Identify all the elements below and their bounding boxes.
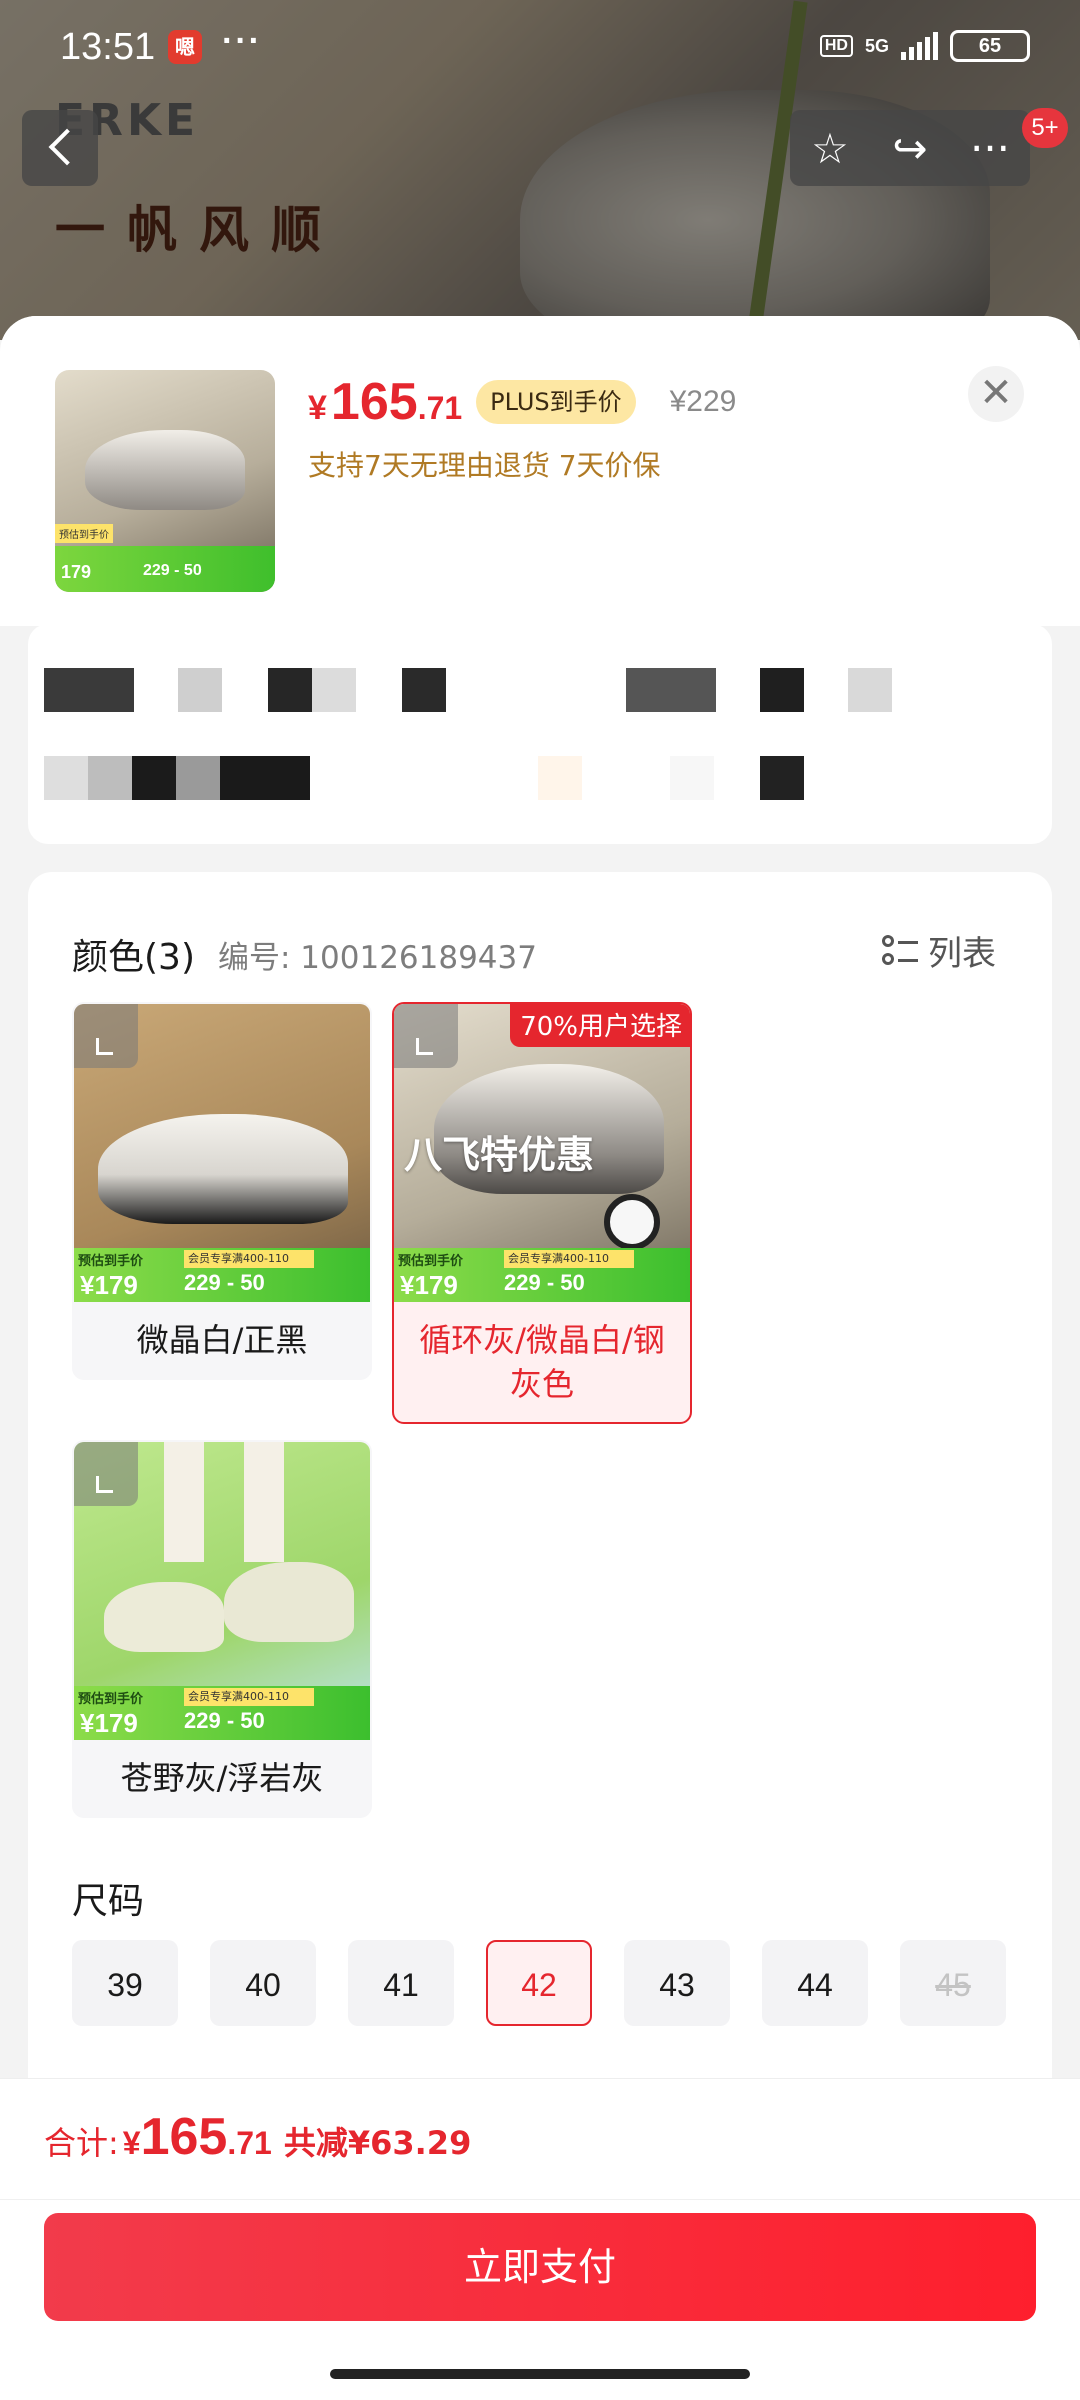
size-section-title: 尺码 bbox=[72, 1881, 145, 1922]
thumbnail-promo-tag: 预估到手价 bbox=[55, 524, 113, 543]
total-decimal: .71 bbox=[227, 2125, 272, 2161]
checkout-footer: 合计: ¥ 165 .71 共减¥63.29 立即支付 bbox=[0, 2078, 1080, 2400]
promo-strip-tag: 预估到手价 bbox=[78, 1254, 144, 1269]
original-price: ¥229 bbox=[669, 385, 737, 418]
battery-icon: 65 bbox=[950, 30, 1030, 62]
size-option-disabled: 45 bbox=[900, 1940, 1006, 2026]
color-option-overlay-text: 八飞特优惠 bbox=[404, 1133, 595, 1177]
footer-divider bbox=[0, 2199, 1080, 2200]
size-option[interactable]: 44 bbox=[762, 1940, 868, 2026]
color-section-title: 颜色(3) bbox=[72, 937, 195, 978]
price-integer: 165 bbox=[330, 373, 418, 431]
status-indicators: HD 5G 65 bbox=[819, 30, 1030, 62]
nav-actions: ☆ ↪ ··· bbox=[790, 110, 1030, 186]
thumbnail-shoe bbox=[85, 430, 245, 510]
list-view-label: 列表 bbox=[928, 934, 996, 974]
promo-strip: 预估到手价 ¥179 会员专享满400-110 229 - 50 bbox=[74, 1248, 370, 1302]
size-option[interactable]: 41 bbox=[348, 1940, 454, 2026]
promo-strip-calc: 229 - 50 bbox=[184, 1708, 265, 1733]
color-option-selected[interactable]: 70%用户选择 八飞特优惠 预估到手价 ¥179 会员专享满400-110 22… bbox=[392, 1002, 692, 1424]
promo-strip-coupon: 会员专享满400-110 bbox=[184, 1688, 314, 1706]
message-count-badge: 5+ bbox=[1022, 108, 1068, 148]
censored-region bbox=[28, 624, 1052, 844]
promo-strip-tag: 预估到手价 bbox=[398, 1254, 464, 1269]
color-option[interactable]: 预估到手价 ¥179 会员专享满400-110 229 - 50 微晶白/正黑 bbox=[72, 1002, 372, 1380]
color-option[interactable]: 预估到手价 ¥179 会员专享满400-110 229 - 50 苍野灰/浮岩灰 bbox=[72, 1440, 372, 1818]
total-price: 合计: ¥ 165 .71 共减¥63.29 bbox=[44, 2107, 471, 2167]
thumbnail-promo-calc: 229 - 50 bbox=[143, 562, 202, 579]
popular-choice-badge: 70%用户选择 bbox=[510, 1004, 690, 1047]
price-row: ¥ 165 .71 PLUS到手价 ¥229 bbox=[308, 372, 736, 432]
size-option[interactable]: 39 bbox=[72, 1940, 178, 2026]
expand-icon[interactable] bbox=[394, 1004, 458, 1068]
notification-app-icon: 嗯 bbox=[168, 30, 202, 64]
promo-strip-calc: 229 - 50 bbox=[184, 1270, 265, 1295]
promo-strip-coupon: 会员专享满400-110 bbox=[184, 1250, 314, 1268]
close-button[interactable]: ✕ bbox=[968, 366, 1024, 422]
product-code: 编号: 100126189437 bbox=[218, 940, 537, 976]
thumbnail-promo-price: 179 bbox=[61, 562, 92, 582]
total-discount: 共减¥63.29 bbox=[283, 2124, 472, 2162]
size-options: 39 40 41 42 43 44 45 bbox=[72, 1940, 1006, 2026]
list-icon bbox=[882, 933, 918, 969]
pay-now-button[interactable]: 立即支付 bbox=[44, 2213, 1036, 2321]
total-integer: 165 bbox=[140, 2108, 228, 2166]
expand-icon[interactable] bbox=[74, 1004, 138, 1068]
home-indicator[interactable] bbox=[330, 2369, 750, 2379]
back-button[interactable] bbox=[22, 110, 98, 186]
price-currency: ¥ bbox=[308, 389, 327, 427]
plus-price-tag: PLUS到手价 bbox=[476, 380, 636, 424]
color-option-image: 预估到手价 ¥179 会员专享满400-110 229 - 50 bbox=[74, 1442, 370, 1740]
promo-strip-price: ¥179 bbox=[80, 1708, 138, 1738]
promo-strip-calc: 229 - 50 bbox=[504, 1270, 585, 1295]
thumbnail-promo-strip: 预估到手价 179 229 - 50 bbox=[55, 524, 275, 592]
share-icon[interactable]: ↪ bbox=[880, 124, 940, 173]
color-option-image: 八飞特优惠 预估到手价 ¥179 会员专享满400-110 229 - 50 bbox=[394, 1004, 690, 1302]
color-option-label: 循环灰/微晶白/钢灰色 bbox=[419, 1321, 665, 1403]
product-thumbnail[interactable]: 预估到手价 179 229 - 50 bbox=[55, 370, 275, 592]
color-option-label: 苍野灰/浮岩灰 bbox=[120, 1759, 324, 1797]
star-icon[interactable]: ☆ bbox=[800, 124, 860, 173]
more-icon[interactable]: ··· bbox=[960, 124, 1020, 173]
price-decimal: .71 bbox=[417, 390, 463, 426]
color-option-label: 微晶白/正黑 bbox=[136, 1321, 308, 1359]
hd-icon: HD bbox=[819, 35, 853, 57]
product-summary: 预估到手价 179 229 - 50 ¥ 165 .71 PLUS到手价 ¥22… bbox=[0, 316, 1080, 626]
promo-strip-price: ¥179 bbox=[400, 1270, 458, 1300]
expand-icon[interactable] bbox=[74, 1442, 138, 1506]
size-option[interactable]: 40 bbox=[210, 1940, 316, 2026]
promo-strip: 预估到手价 ¥179 会员专享满400-110 229 - 50 bbox=[394, 1248, 690, 1302]
size-option-selected[interactable]: 42 bbox=[486, 1940, 592, 2026]
network-type: 5G bbox=[864, 36, 889, 56]
promo-strip: 预估到手价 ¥179 会员专享满400-110 229 - 50 bbox=[74, 1686, 370, 1740]
signal-icon bbox=[901, 32, 938, 60]
total-label: 合计: bbox=[44, 2124, 119, 2162]
status-time: 13:51 bbox=[60, 26, 156, 68]
more-notifications-icon: ··· bbox=[222, 22, 262, 60]
promo-strip-price: ¥179 bbox=[80, 1270, 138, 1300]
service-guarantee: 支持7天无理由退货 7天价保 bbox=[308, 449, 661, 482]
size-option[interactable]: 43 bbox=[624, 1940, 730, 2026]
total-currency: ¥ bbox=[122, 2125, 141, 2161]
list-view-toggle[interactable]: 列表 bbox=[882, 926, 996, 975]
promo-strip-coupon: 会员专享满400-110 bbox=[504, 1250, 634, 1268]
status-bar: 13:51 嗯 ··· HD 5G 65 bbox=[0, 0, 1080, 100]
promo-strip-tag: 预估到手价 bbox=[78, 1692, 144, 1707]
color-option-image: 预估到手价 ¥179 会员专享满400-110 229 - 50 bbox=[74, 1004, 370, 1302]
